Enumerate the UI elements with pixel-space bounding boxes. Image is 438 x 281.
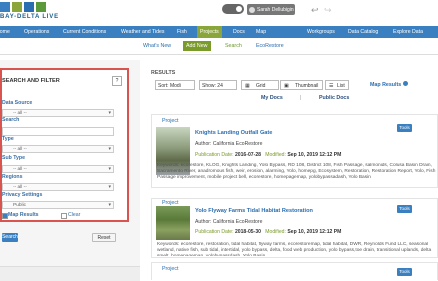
results-heading: RESULTS xyxy=(151,70,176,76)
result-author: Author: California EcoRestore xyxy=(195,141,263,147)
subnav-whats-new[interactable]: What's New xyxy=(143,41,171,51)
logo-square-icon xyxy=(0,2,10,12)
main-nav: Home Operations Current Conditions Weath… xyxy=(0,26,438,38)
nav-item-home[interactable]: Home xyxy=(0,26,10,38)
avatar xyxy=(249,6,255,13)
reset-button[interactable]: Reset xyxy=(92,233,116,242)
tab-public-docs[interactable]: Public Docs xyxy=(319,95,349,101)
grid-label: Grid xyxy=(256,83,266,89)
nav-item-map[interactable]: Map xyxy=(256,26,266,38)
map-results-text: Map Results xyxy=(370,82,402,88)
subtype-select[interactable]: -- all -- xyxy=(2,165,114,173)
nav-item-fish[interactable]: Fish xyxy=(177,26,187,38)
nav-item-docs[interactable]: Docs xyxy=(233,26,245,38)
regions-select[interactable]: -- all -- xyxy=(2,183,114,191)
nav-item-projects[interactable]: Projects xyxy=(197,26,222,38)
map-results-label: Map Results xyxy=(8,212,39,218)
nav-item-current-conditions[interactable]: Current Conditions xyxy=(63,26,106,38)
regions-label: Regions xyxy=(2,174,23,180)
user-menu[interactable]: Sarah Dellubigin xyxy=(247,4,295,15)
data-source-label: Data Source xyxy=(2,100,33,106)
data-source-select[interactable]: -- all -- xyxy=(2,109,114,117)
tools-button[interactable]: Tools xyxy=(397,268,412,276)
result-type: Project xyxy=(162,266,179,272)
info-icon xyxy=(402,81,408,86)
search-button[interactable]: Search xyxy=(2,233,18,242)
result-author: Author: California EcoRestore xyxy=(195,219,263,225)
toggle-switch[interactable] xyxy=(222,4,244,14)
results-tabs: My Docs | Public Docs xyxy=(151,95,438,105)
result-type: Project xyxy=(162,118,179,124)
nav-item-data-catalog[interactable]: Data Catalog xyxy=(348,26,378,38)
search-label: Search xyxy=(2,117,20,123)
subtype-label: Sub Type xyxy=(2,155,25,161)
thumbnail-icon: ▣ xyxy=(284,83,289,89)
subnav-add-new[interactable]: Add New xyxy=(183,41,211,51)
thumbnail-view-button[interactable]: ▣ Thumbnail xyxy=(280,80,323,90)
result-dates: Publication Date: 2016-07-28 Modified: S… xyxy=(195,152,342,158)
result-keywords: Keywords: ecorestore, KLOG, Knights Land… xyxy=(157,163,436,180)
sort-select[interactable]: Sort: Modi xyxy=(155,80,195,90)
show-select[interactable]: Show: 24 xyxy=(199,80,237,90)
help-button[interactable]: ? xyxy=(112,76,122,86)
map-results-link[interactable]: Map Results xyxy=(370,81,408,88)
back-arrow-icon[interactable]: ↩ xyxy=(311,5,319,16)
nav-item-explore-data[interactable]: Explore Data xyxy=(393,26,423,38)
grid-icon: ▦ xyxy=(245,83,250,89)
tools-button[interactable]: Tools xyxy=(397,124,412,132)
result-dates: Publication Date: 2018-05-30 Modified: S… xyxy=(195,229,342,235)
list-label: List xyxy=(337,83,345,89)
search-filter-panel: SEARCH AND FILTER ? Data Source -- all -… xyxy=(0,68,129,242)
list-view-button[interactable]: ☰ List xyxy=(325,80,349,90)
logo-square-icon xyxy=(24,2,34,12)
forward-arrow-icon[interactable]: ↪ xyxy=(324,5,332,16)
type-label: Type xyxy=(2,136,14,142)
result-thumbnail[interactable] xyxy=(156,206,190,240)
panel-title: SEARCH AND FILTER xyxy=(2,78,60,84)
result-title[interactable]: Yolo Flyway Farms Tidal Habitat Restorat… xyxy=(195,208,313,214)
header: BAY-DELTA LIVE Sarah Dellubigin ↩ ↪ xyxy=(0,0,438,23)
nav-item-workgroups[interactable]: Workgroups xyxy=(307,26,335,38)
logo-square-icon xyxy=(36,2,46,12)
search-input[interactable] xyxy=(2,127,114,136)
result-title[interactable]: Knights Landing Outfall Gate xyxy=(195,130,272,136)
thumbnail-label: Thumbnail xyxy=(295,83,319,89)
privacy-label: Privacy Settings xyxy=(2,192,43,198)
tab-my-docs[interactable]: My Docs xyxy=(261,95,283,101)
type-select[interactable]: -- all -- xyxy=(2,145,114,153)
clear-checkbox[interactable] xyxy=(61,213,67,219)
result-keywords: Keywords: ecorestore, restoration, tidal… xyxy=(157,242,432,256)
subnav-ecorestore[interactable]: EcoRestore xyxy=(256,41,284,51)
privacy-select[interactable]: Public xyxy=(2,201,114,209)
logo-text[interactable]: BAY-DELTA LIVE xyxy=(0,14,59,20)
nav-item-operations[interactable]: Operations xyxy=(24,26,49,38)
user-name: Sarah Dellubigin xyxy=(257,6,294,13)
logo-square-icon xyxy=(12,2,22,12)
tab-divider: | xyxy=(300,95,302,101)
subnav-search[interactable]: Search xyxy=(225,41,242,51)
result-card xyxy=(151,262,438,280)
clear-label: Clear xyxy=(68,212,81,218)
sub-nav: What's New Add New Search EcoRestore xyxy=(0,38,438,55)
nav-item-weather-tides[interactable]: Weather and Tides xyxy=(121,26,164,38)
grid-view-button[interactable]: ▦ Grid xyxy=(241,80,279,90)
list-icon: ☰ xyxy=(329,83,334,89)
left-footer xyxy=(0,266,140,281)
tools-button[interactable]: Tools xyxy=(397,205,412,213)
